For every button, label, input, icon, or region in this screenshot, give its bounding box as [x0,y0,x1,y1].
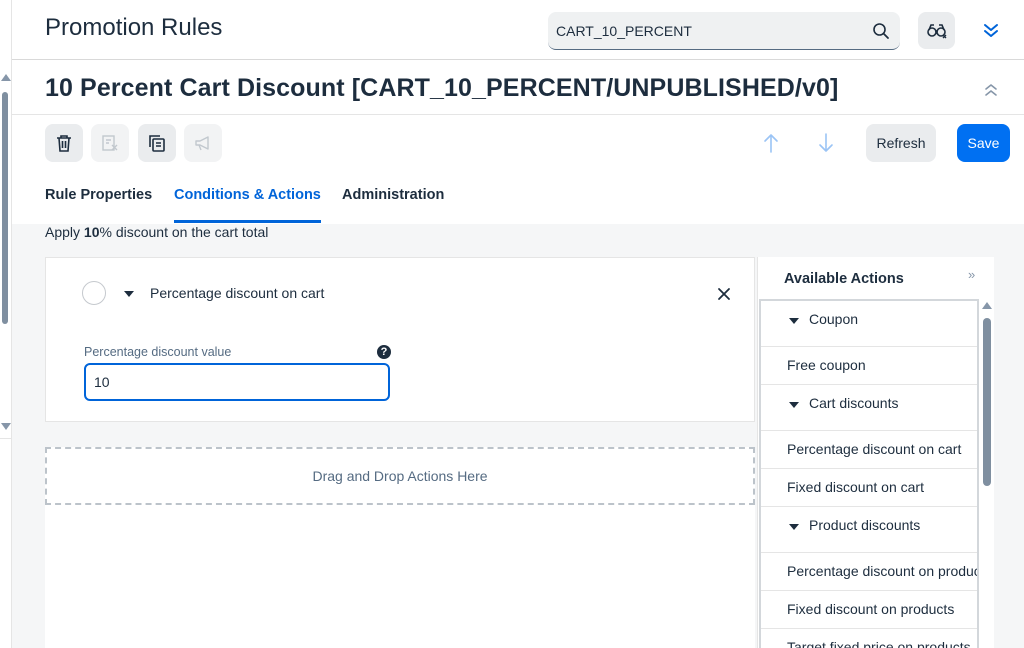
scroll-up-icon[interactable] [982,302,992,309]
group-label: Cart discounts [809,395,899,411]
collapse-header-icon[interactable] [981,20,1001,40]
scroll-up-icon[interactable] [1,74,11,81]
select-radio[interactable] [82,281,106,305]
scroll-thumb[interactable] [983,318,991,486]
item-label: Fixed discount on products [787,601,955,617]
delete-button[interactable] [45,124,83,162]
group-cart-discounts[interactable]: Cart discounts [761,385,977,431]
list-item[interactable]: Target fixed price on products [761,629,977,648]
drop-zone-label: Drag and Drop Actions Here [312,468,488,484]
panel-title: Available Actions [784,271,904,287]
summary-value: 10 [83,224,100,240]
clear-icon [102,135,118,151]
summary-prefix: Apply [45,224,84,240]
scroll-thumb[interactable] [2,92,8,324]
tab-conditions-actions[interactable]: Conditions & Actions [174,187,321,203]
group-label: Product discounts [809,517,921,533]
app-header: Promotion Rules [12,0,1024,60]
page-title: Promotion Rules [45,14,223,41]
search-input[interactable] [556,21,856,41]
list-item[interactable]: Percentage discount on cart [761,431,977,469]
item-label: Free coupon [787,357,866,373]
item-label: Percentage discount on products [787,563,977,579]
caret-down-icon[interactable] [789,402,799,408]
list-item[interactable]: Free coupon [761,347,977,385]
left-scrollbar[interactable] [0,0,12,648]
move-up-icon[interactable] [761,132,781,154]
tab-administration[interactable]: Administration [342,187,444,203]
publish-button[interactable] [184,124,222,162]
caret-down-icon[interactable] [789,318,799,324]
trash-icon [57,135,71,152]
binoculars-icon [926,23,946,38]
save-button[interactable]: Save [957,124,1010,162]
list-item[interactable]: Fixed discount on cart [761,469,977,507]
refresh-button[interactable]: Refresh [866,124,936,162]
group-product-discounts[interactable]: Product discounts [761,507,977,553]
summary-suffix: % discount on the cart total [99,224,269,240]
group-label: Coupon [809,311,859,327]
divider [12,114,1024,115]
item-label: Fixed discount on cart [787,479,924,495]
item-label: Percentage discount on cart [787,441,962,457]
scroll-down-icon[interactable] [1,423,11,430]
advanced-search-button[interactable] [918,12,955,49]
action-card: Percentage discount on cart Percentage d… [45,257,755,422]
megaphone-icon [195,136,209,151]
collapse-title-icon[interactable] [981,80,1001,100]
copy-icon [149,135,165,152]
list-item[interactable]: Percentage discount on products [761,553,977,591]
divider [0,438,12,439]
drop-zone[interactable]: Drag and Drop Actions Here [45,447,755,505]
available-actions-panel: Available Actions » Coupon Free coupon C… [757,257,994,648]
active-tab-indicator [174,220,321,223]
rule-summary: Apply 10% discount on the cart total [45,224,268,240]
percentage-discount-input[interactable] [84,363,390,401]
action-title: Percentage discount on cart [150,285,325,301]
help-icon[interactable]: ? [377,345,391,359]
clear-button[interactable] [91,124,129,162]
search-field[interactable] [548,12,900,50]
canvas-area [45,505,755,648]
copy-button[interactable] [138,124,176,162]
move-down-icon[interactable] [816,132,836,154]
group-coupon[interactable]: Coupon [761,301,977,347]
tab-rule-properties[interactable]: Rule Properties [45,187,152,203]
field-label: Percentage discount value [84,345,232,359]
search-icon[interactable] [872,22,890,40]
close-icon[interactable] [716,286,732,302]
collapse-panel-icon[interactable]: » [968,267,975,282]
caret-down-icon[interactable] [789,524,799,530]
item-label: Target fixed price on products [787,639,971,648]
list-item[interactable]: Fixed discount on products [761,591,977,629]
actions-list[interactable]: Coupon Free coupon Cart discounts Percen… [759,299,979,648]
caret-down-icon[interactable] [124,291,134,297]
object-title: 10 Percent Cart Discount [CART_10_PERCEN… [45,74,839,102]
